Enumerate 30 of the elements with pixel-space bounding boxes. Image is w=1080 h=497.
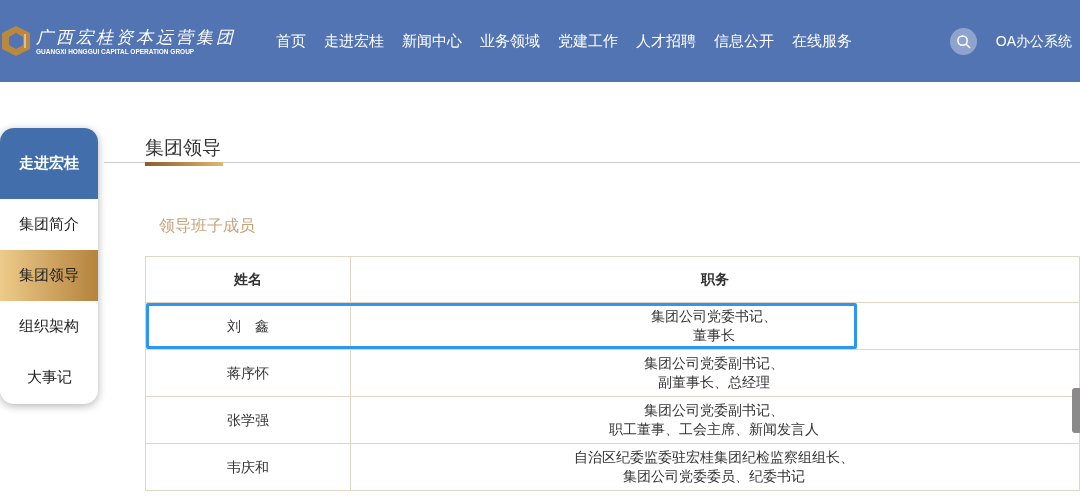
scrollbar-thumb[interactable]	[1072, 388, 1080, 433]
table-cell-text: 集团公司党委副书记、 职工董事、工会主席、新闻发言人	[608, 401, 820, 439]
section-title: 领导班子成员	[159, 216, 255, 236]
nav-link[interactable]: 业务领域	[480, 29, 540, 53]
nav-link[interactable]: 首页	[276, 29, 306, 53]
table-cell-text: 自治区纪委监委驻宏桂集团纪检监察组组长、 集团公司党委委员、纪委书记	[573, 448, 855, 486]
nav-link[interactable]: 党建工作	[558, 29, 618, 53]
nav-link[interactable]: 人才招聘	[636, 29, 696, 53]
logo-text: 广西宏桂资本运营集团	[36, 26, 236, 47]
nav-link[interactable]: 走进宏桂	[324, 29, 384, 53]
column-header: 姓名	[146, 257, 351, 302]
nav-link[interactable]: 在线服务	[792, 29, 852, 53]
table-cell: 韦庆和	[146, 444, 351, 490]
sidebar-item[interactable]: 大事记	[0, 352, 98, 403]
sidebar-item[interactable]: 集团简介	[0, 199, 98, 250]
nav-link[interactable]: 信息公开	[714, 29, 774, 53]
column-header: 职务	[699, 270, 730, 289]
sidebar-item[interactable]: 集团领导	[0, 250, 98, 301]
table-cell-text: 集团公司党委副书记、 副董事长、总经理	[643, 354, 785, 392]
oa-link[interactable]: OA办公系统	[995, 30, 1072, 52]
sidebar-title: 走进宏桂	[0, 128, 98, 199]
nav-link[interactable]: 新闻中心	[402, 29, 462, 53]
table-cell: 蒋序怀	[146, 350, 351, 396]
table-cell: 刘 鑫	[146, 303, 351, 349]
table-cell-text: 集团公司党委书记、 董事长	[650, 307, 778, 345]
search-icon	[955, 33, 971, 49]
page-title: 集团领导	[145, 137, 221, 158]
search-button[interactable]	[949, 27, 977, 55]
sidebar-item[interactable]: 组织架构	[0, 301, 98, 352]
table-cell: 张学强	[146, 397, 351, 443]
